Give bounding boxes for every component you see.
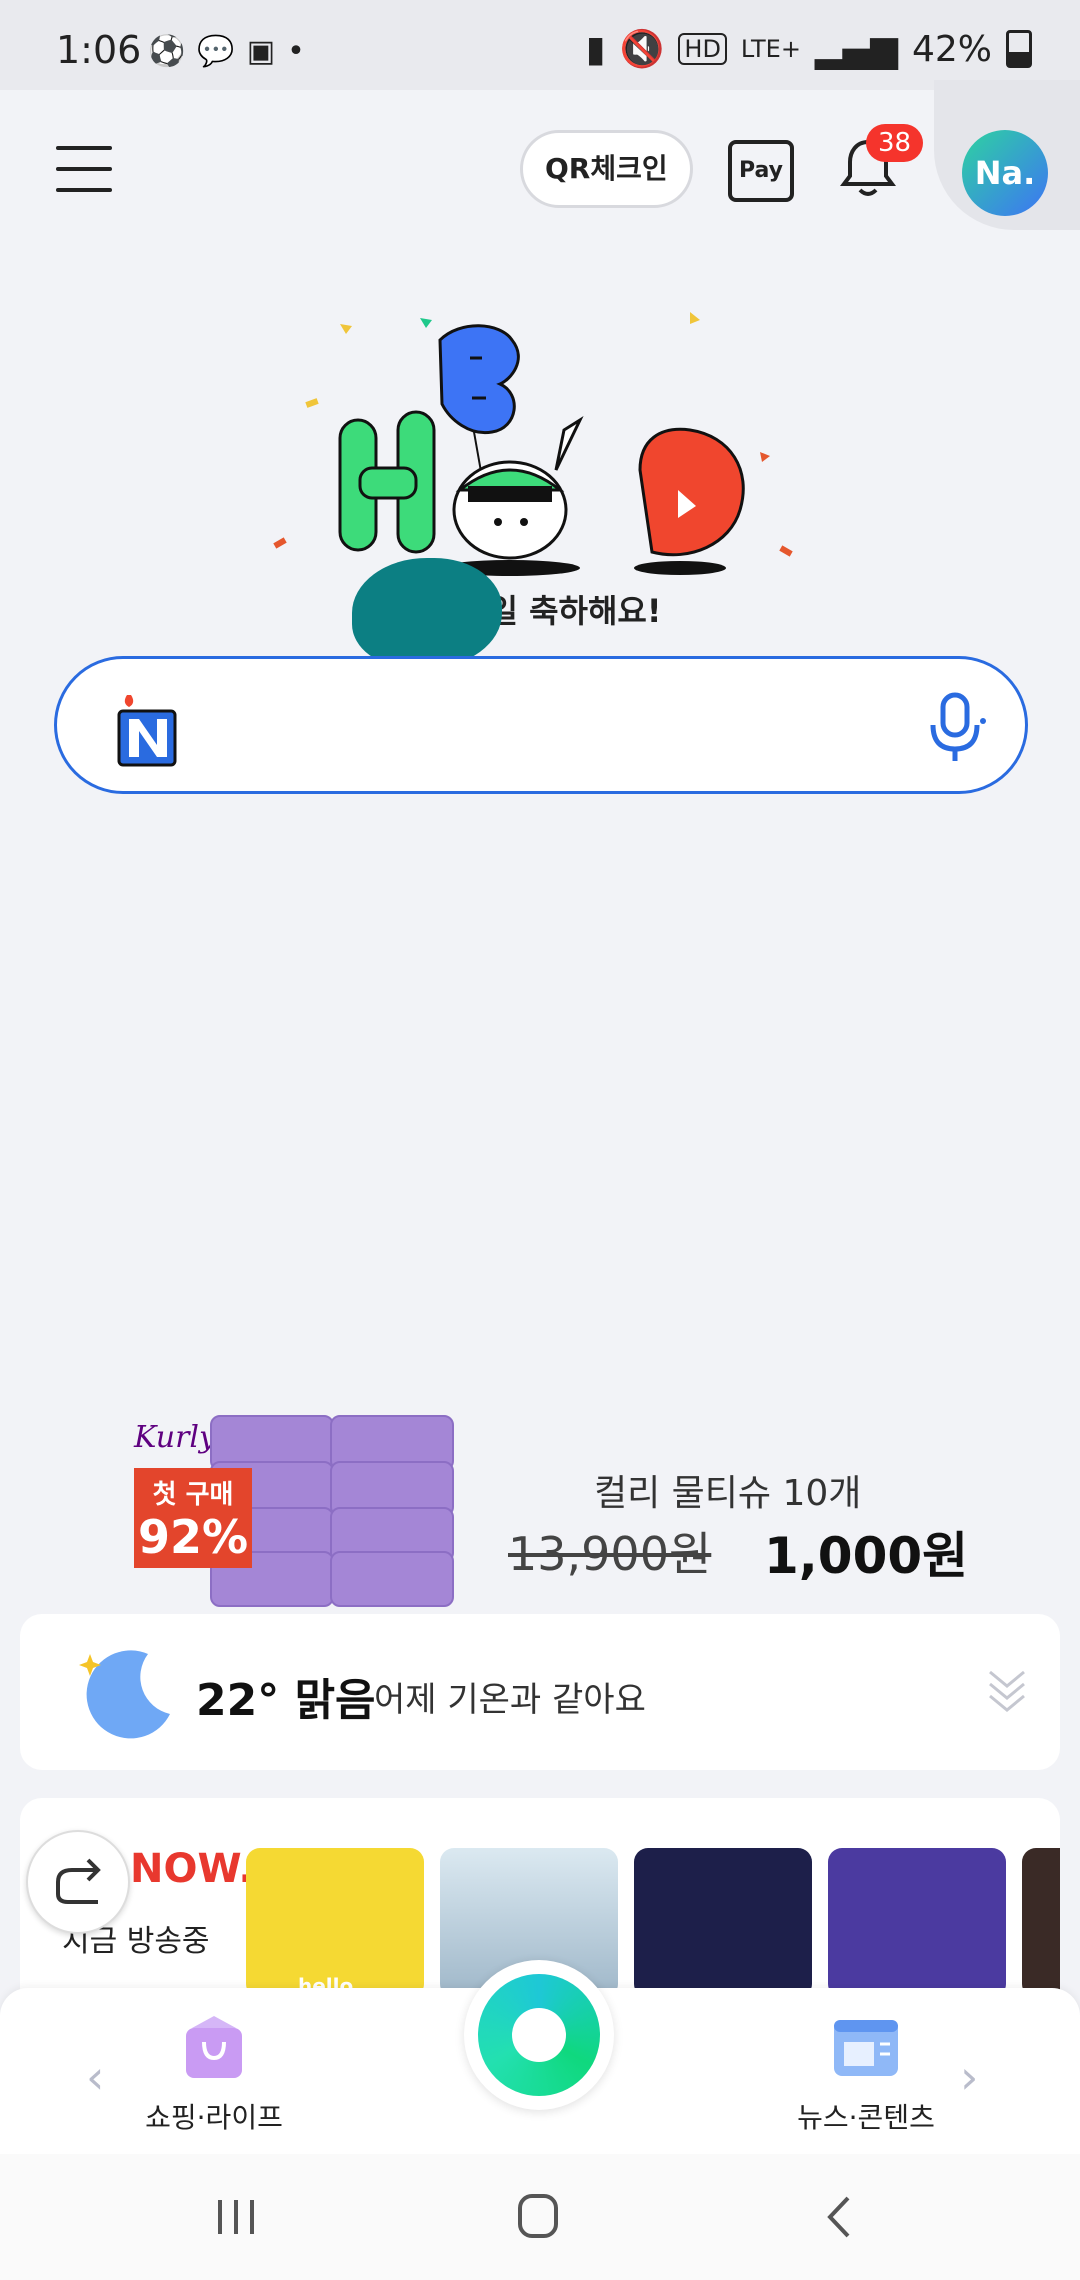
qr-checkin-button[interactable]: QR체크인 [520, 130, 693, 208]
back-icon[interactable] [810, 2192, 870, 2242]
status-bar: 1:06 ⚽ 💬 ▣ • ▮ 🔇 HD LTE+ ▂▄▆ 42% [0, 0, 1080, 90]
share-button[interactable] [26, 1830, 130, 1934]
twitch-icon: ▣ [246, 34, 276, 69]
hd-icon: HD [678, 33, 727, 65]
discount-tag-line2: 92% [137, 1510, 249, 1564]
birthday-illustration: H [273, 312, 793, 576]
status-time: 1:06 [56, 28, 142, 72]
dot-icon: • [287, 34, 305, 69]
network-type: LTE+ [740, 35, 801, 63]
battery-icon [1006, 30, 1032, 68]
discount-tag-line1: 첫 구매 [152, 1480, 234, 1510]
status-notification-icons: ⚽ 💬 ▣ • [148, 34, 305, 69]
microphone-icon[interactable] [923, 691, 987, 763]
live-thumbnail[interactable] [634, 1848, 812, 1998]
shopping-bag-icon [186, 2016, 242, 2078]
notification-badge: 38 [866, 124, 924, 162]
system-navigation-bar [0, 2154, 1080, 2280]
chevron-left-icon[interactable]: ‹ [86, 2050, 104, 2104]
balloon-d [634, 427, 745, 575]
pay-button[interactable]: Pay [728, 140, 794, 202]
balloon-h: H [338, 410, 436, 554]
signal-icon: ▂▄▆ [814, 28, 898, 70]
recent-apps-icon[interactable] [206, 2192, 266, 2242]
top-header: QR체크인 Pay 38 Na. [0, 80, 1080, 250]
birthday-character [440, 415, 584, 576]
weather-temperature: 22° 맑음 [196, 1664, 376, 1728]
weather-condition: 맑음 [294, 1675, 376, 1726]
nav-label: 쇼핑·라이프 [145, 2101, 283, 2134]
search-bar[interactable] [54, 656, 1028, 794]
battery-saver-icon: ▮ [585, 28, 606, 70]
naver-logo-icon [117, 695, 177, 767]
temperature-value: 22° [196, 1675, 280, 1726]
green-dot-button[interactable] [464, 1960, 614, 2110]
live-thumbnail[interactable]: hello [246, 1848, 424, 1998]
live-thumbnail[interactable] [828, 1848, 1006, 1998]
screen: { "status_bar": { "time": "1:06", "left_… [0, 0, 1080, 2280]
nav-shopping-life[interactable]: 쇼핑·라이프 [114, 2012, 314, 2136]
menu-icon [56, 146, 112, 150]
talk-icon: 💬 [197, 34, 235, 69]
moon-icon [79, 1650, 170, 1739]
news-icon [834, 2020, 898, 2076]
menu-button[interactable] [56, 146, 112, 194]
search-input[interactable] [207, 689, 891, 761]
ad-old-price: 13,900원 [508, 1527, 712, 1581]
birthday-message: 님 생일 축하해요! [418, 592, 662, 630]
kurly-ad-banner[interactable]: Kurly 첫 구매 92% 컬리 물티슈 10개 13,900원 1,000원 [0, 1390, 1080, 1610]
now-logo: NOW. [130, 1846, 254, 1892]
weather-card[interactable]: 22° 맑음 어제 기온과 같아요 [20, 1614, 1060, 1770]
soccer-icon: ⚽ [148, 34, 186, 69]
nav-news-content[interactable]: 뉴스·콘텐츠 [766, 2012, 966, 2136]
kurly-logo: Kurly [134, 1420, 216, 1455]
chevron-down-icon[interactable] [986, 1664, 1028, 1718]
battery-percent: 42% [911, 28, 992, 70]
redacted-name [352, 558, 502, 668]
nav-label: 뉴스·콘텐츠 [797, 2101, 935, 2134]
mute-icon: 🔇 [619, 29, 665, 70]
green-dot-icon [478, 1974, 600, 2096]
ad-title: 컬리 물티슈 10개 [594, 1473, 862, 1514]
weather-comparison: 어제 기온과 같아요 [374, 1680, 646, 1720]
share-arrow-icon [56, 1858, 101, 1904]
home-icon[interactable] [508, 2192, 568, 2242]
chevron-right-icon[interactable]: › [960, 2050, 978, 2104]
live-thumbnail[interactable] [1022, 1848, 1060, 1998]
discount-tag: 첫 구매 92% [134, 1468, 252, 1568]
ad-new-price: 1,000원 [764, 1527, 969, 1585]
avatar[interactable]: Na. [962, 130, 1048, 216]
status-system-icons: ▮ 🔇 HD LTE+ ▂▄▆ 42% [586, 28, 1032, 70]
